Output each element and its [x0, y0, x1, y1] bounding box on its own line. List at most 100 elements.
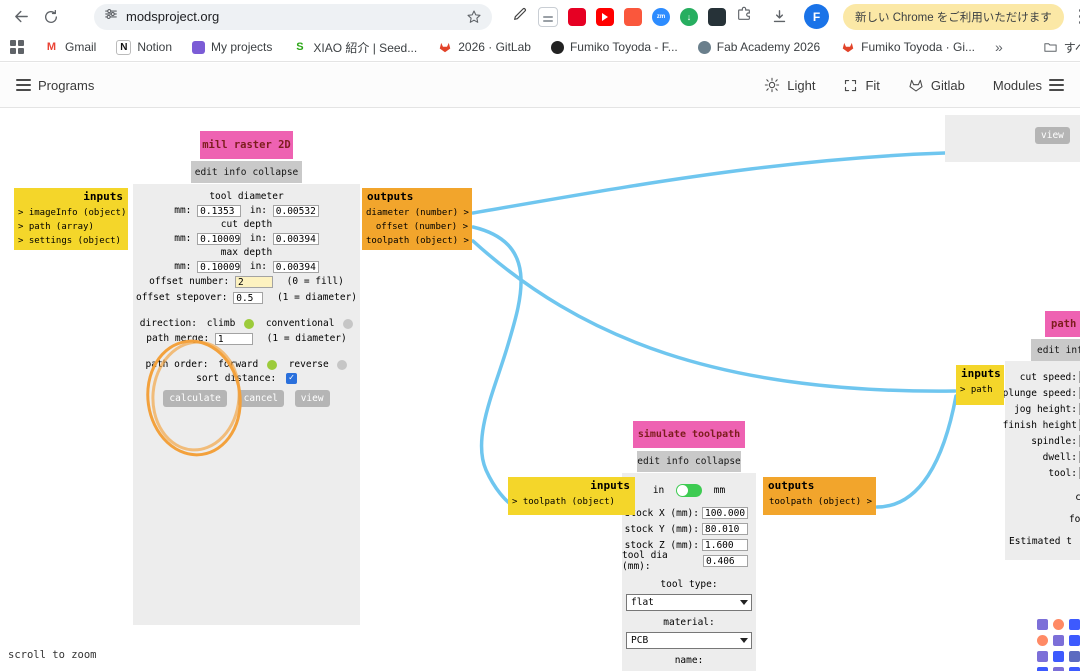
extension-dark-icon[interactable] — [708, 8, 726, 26]
reverse-label: reverse — [289, 359, 329, 370]
deco-circle — [1037, 635, 1048, 646]
theme-toggle[interactable]: Light — [764, 77, 815, 93]
units-toggle[interactable] — [676, 484, 702, 497]
tool-diameter-in-input[interactable]: 0.00532 — [273, 205, 319, 217]
info-link[interactable]: info — [224, 167, 247, 178]
gitlab-label: Gitlab — [931, 78, 965, 93]
extension-orange-icon[interactable] — [624, 8, 642, 26]
path-merge-input[interactable]: 1 — [215, 333, 253, 345]
app-toolbar: Programs Light Fit Gitlab Modules — [0, 63, 1080, 108]
extension-notes-icon[interactable] — [538, 7, 558, 27]
bookmarks-overflow-chevron[interactable]: » — [995, 39, 1003, 55]
extension-youtube-icon[interactable] — [596, 8, 614, 26]
reload-button[interactable] — [38, 4, 64, 30]
input-port[interactable]: > path — [956, 383, 1004, 397]
tool-dia-input[interactable]: 0.406 — [703, 555, 748, 567]
extension-green-arrow-icon[interactable]: ↓ — [680, 8, 698, 26]
bookmark-item[interactable]: My projects — [192, 40, 272, 54]
sort-distance-checkbox[interactable]: ✓ — [286, 373, 297, 384]
module-title[interactable]: mill raster 2D — [200, 131, 293, 159]
extension-zoom-icon[interactable]: zm — [652, 8, 670, 26]
programs-menu[interactable]: Programs — [16, 78, 94, 93]
path-merge-label: path merge: — [146, 333, 209, 344]
stock-x-label: stock X (mm): — [625, 508, 699, 519]
bookmark-item[interactable]: M Gmail — [44, 40, 96, 55]
view-button[interactable]: view — [1035, 127, 1070, 144]
extension-red-icon[interactable] — [568, 8, 586, 26]
folder-icon — [1043, 40, 1058, 55]
module-editbar[interactable]: edit inf — [1031, 339, 1080, 361]
site-info-icon[interactable] — [104, 7, 118, 26]
input-port[interactable]: > toolpath (object) — [508, 495, 635, 509]
module-title[interactable]: path t — [1045, 311, 1080, 337]
fit-icon — [843, 78, 858, 93]
output-port[interactable]: toolpath (object) > — [362, 234, 472, 248]
in-label: in: — [250, 233, 267, 244]
output-port[interactable]: toolpath (object) > — [763, 495, 876, 509]
collapse-link[interactable]: collapse — [253, 167, 299, 178]
tool-type-select[interactable]: flat — [626, 594, 752, 611]
fit-button[interactable]: Fit — [843, 78, 879, 93]
edit-link[interactable]: edit — [195, 167, 218, 178]
conventional-radio[interactable] — [343, 319, 353, 329]
canvas[interactable]: mill raster 2D edit info collapse tool d… — [0, 108, 1080, 671]
deco-square — [1069, 651, 1080, 662]
modules-menu[interactable]: Modules — [993, 78, 1064, 93]
cancel-button[interactable]: cancel — [238, 390, 284, 407]
cut-depth-mm-input[interactable]: 0.10009 — [197, 233, 241, 245]
input-port[interactable]: > settings (object) — [14, 234, 128, 248]
profile-avatar[interactable]: F — [804, 4, 829, 29]
all-bookmarks-button[interactable]: すべてのブックマーク — [1043, 39, 1080, 56]
max-depth-in-input[interactable]: 0.00394 — [273, 261, 319, 273]
bookmark-item[interactable]: Fumiko Toyoda · Gi... — [840, 40, 975, 55]
spindle-row: spindle: 1 — [1005, 433, 1080, 449]
extension-pen-icon[interactable] — [512, 6, 528, 27]
bookmark-item[interactable]: Fumiko Toyoda - F... — [551, 40, 678, 54]
bookmark-item[interactable]: Fab Academy 2026 — [698, 40, 820, 54]
output-port[interactable]: offset (number) > — [362, 220, 472, 234]
module-title[interactable]: simulate toolpath — [633, 421, 745, 448]
bookmark-item[interactable]: N Notion — [116, 40, 172, 55]
apps-grid-icon[interactable] — [10, 40, 24, 54]
offset-stepover-label: offset stepover: — [136, 292, 228, 303]
bookmark-item[interactable]: 2026 · GitLab — [437, 40, 531, 55]
name-heading: name: — [622, 654, 756, 668]
extensions-puzzle-icon[interactable] — [736, 6, 752, 27]
material-select[interactable]: PCB — [626, 632, 752, 649]
input-port[interactable]: > imageInfo (object) — [14, 206, 128, 220]
offset-number-input[interactable]: 2 — [235, 276, 273, 288]
input-port[interactable]: > path (array) — [14, 220, 128, 234]
inputs-title: inputs — [508, 477, 635, 495]
module-view-panel: view — [945, 115, 1080, 162]
info-link[interactable]: info — [666, 456, 689, 467]
collapse-link[interactable]: collapse — [695, 456, 741, 467]
cut-depth-in-input[interactable]: 0.00394 — [273, 233, 319, 245]
max-depth-mm-input[interactable]: 0.10009 — [197, 261, 241, 273]
stock-z-input[interactable]: 1.600 — [702, 539, 748, 551]
view-button[interactable]: view — [295, 390, 330, 407]
units-row: in mm — [622, 483, 756, 499]
chrome-update-button[interactable]: 新しい Chrome をご利用いただけます — [843, 4, 1064, 30]
edit-link[interactable]: edit — [637, 456, 660, 467]
tool-diameter-mm-input[interactable]: 0.1353 — [197, 205, 241, 217]
offset-stepover-input[interactable]: 0.5 — [233, 292, 263, 304]
gitlab-link[interactable]: Gitlab — [908, 77, 965, 93]
output-port[interactable]: diameter (number) > — [362, 206, 472, 220]
deco-square — [1069, 667, 1080, 671]
stock-x-input[interactable]: 100.000 — [702, 507, 748, 519]
bookmark-item[interactable]: S XIAO 紹介 | Seed... — [292, 39, 417, 56]
edit-link[interactable]: edit inf — [1037, 345, 1080, 356]
reverse-radio[interactable] — [337, 360, 347, 370]
tool-label: tool: — [1048, 468, 1077, 479]
reload-icon — [43, 9, 59, 25]
browser-menu-button[interactable] — [1068, 4, 1080, 30]
bookmark-star-icon[interactable] — [466, 9, 482, 25]
forward-radio[interactable] — [267, 360, 277, 370]
tool-diameter-heading: tool diameter — [133, 190, 360, 204]
stock-y-input[interactable]: 80.010 — [702, 523, 748, 535]
back-button[interactable] — [8, 4, 34, 30]
climb-radio[interactable] — [244, 319, 254, 329]
downloads-button[interactable] — [766, 4, 792, 30]
address-bar[interactable]: modsproject.org — [94, 4, 492, 30]
calculate-button[interactable]: calculate — [163, 390, 226, 407]
